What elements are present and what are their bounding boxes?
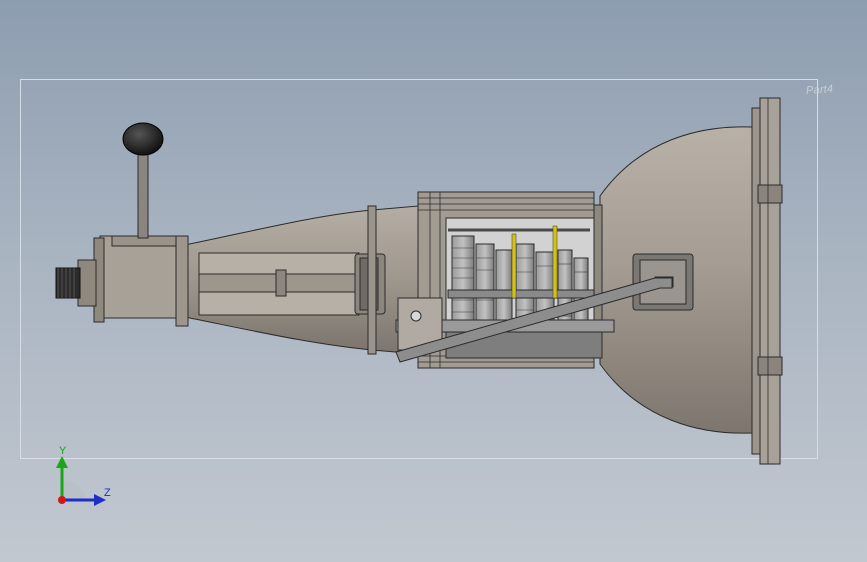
x-axis-origin [58,496,66,504]
output-shaft-housing[interactable] [55,235,189,327]
axis-triad: Y Z [56,445,111,506]
shift-lever[interactable] [122,122,164,239]
bell-housing[interactable] [599,97,783,465]
tail-housing[interactable] [179,205,386,355]
z-axis-label: Z [104,487,111,499]
y-axis-label: Y [59,445,67,457]
y-axis-head [56,456,68,468]
gearbox-model[interactable] [0,0,867,562]
graphics-viewport[interactable]: Part4 Y Z [0,0,867,562]
triad-plane [62,479,86,500]
